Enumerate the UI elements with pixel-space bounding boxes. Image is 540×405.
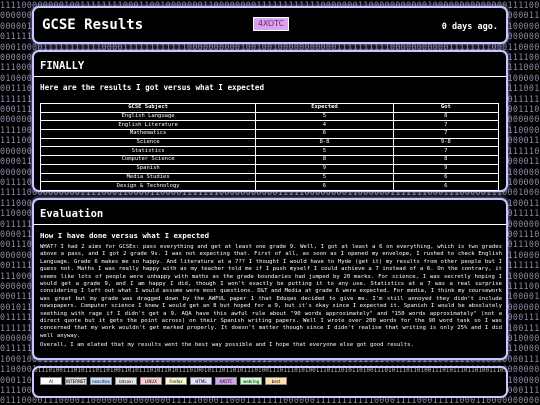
cell-got: 7 — [392, 146, 500, 157]
table-row: Computer Science 8 8 — [39, 155, 500, 165]
column-header-got: Got — [392, 103, 500, 113]
evaluation-subheading: How I have done versus what I expected — [40, 231, 210, 240]
badge-buttons: AIINTERNET ARCHIVEneocitiesbitcoinLINUXF… — [40, 377, 287, 385]
evaluation-body: WHAT? I had 2 aims for GCSEs: pass every… — [40, 244, 502, 339]
footer-badge-button[interactable]: neocities — [90, 377, 112, 385]
cell-expected: 6 — [255, 129, 394, 139]
column-header-expected: Expected — [255, 103, 394, 113]
table-row: English Language 5 8 — [39, 111, 500, 122]
updated-timestamp: 0 days ago. — [441, 22, 498, 32]
cell-expected: 9 — [255, 163, 394, 174]
table-row: Media Studies 5 6 — [39, 172, 500, 183]
footer-badge-button[interactable]: bitcoin — [115, 377, 137, 385]
column-header-subject: GCSE Subject — [39, 103, 257, 113]
evaluation-heading: Evaluation — [40, 208, 104, 220]
table-row: English Literature 4 7 — [39, 120, 500, 131]
cell-subject: English Language — [39, 111, 257, 122]
table-row: Science 8-8 9-8 — [39, 137, 500, 148]
page-title: GCSE Results — [42, 17, 144, 33]
results-subheading: Here are the results I got versus what I… — [40, 83, 265, 92]
results-panel: FINALLY Here are the results I got versu… — [32, 50, 508, 192]
cell-got: 6 — [392, 181, 500, 191]
divider — [34, 76, 506, 77]
cell-expected: 5 — [255, 111, 394, 122]
cell-expected: 6 — [255, 181, 394, 191]
cell-got: 7 — [392, 129, 500, 139]
footer-badge-button[interactable]: INTERNET ARCHIVE — [65, 377, 87, 385]
grades-table: GCSE Subject Expected Got English Langua… — [39, 103, 500, 191]
cell-subject: Design & Technology — [39, 181, 257, 191]
footer-badge-button[interactable]: 4XOTC — [215, 377, 237, 385]
cell-subject: Mathematics — [39, 129, 257, 139]
cell-subject: Media Studies — [39, 172, 257, 183]
footer-badge-button[interactable]: webring — [240, 377, 262, 385]
cell-subject: Statistics — [39, 146, 257, 157]
cell-expected: 8-8 — [255, 137, 394, 148]
site-badge[interactable]: 4XOTC — [253, 17, 289, 31]
header-panel: GCSE Results 4XOTC 0 days ago. — [32, 6, 508, 44]
table-row: Mathematics 6 7 — [39, 129, 500, 139]
table-header-row: GCSE Subject Expected Got — [39, 103, 500, 113]
footer-badge-button[interactable]: best viewed — [265, 377, 287, 385]
divider — [34, 224, 506, 225]
cell-got: 9-8 — [392, 137, 500, 148]
cell-got: 9 — [392, 163, 500, 174]
footer-badge-button[interactable]: Firefox — [165, 377, 187, 385]
footer-badge-button[interactable]: LINUX — [140, 377, 162, 385]
footer-binary-strip: 0111010011101011101101001101011101011010… — [34, 368, 506, 374]
cell-expected: 8 — [255, 155, 394, 165]
cell-subject: Spanish — [39, 163, 257, 174]
evaluation-panel: Evaluation How I have done versus what I… — [32, 198, 508, 360]
cell-subject: Science — [39, 137, 257, 148]
cell-got: 8 — [392, 155, 500, 165]
cell-expected: 4 — [255, 120, 394, 131]
footer-badge-button[interactable]: AI — [40, 377, 62, 385]
footer-badge-button[interactable]: HTML — [190, 377, 212, 385]
cell-got: 6 — [392, 172, 500, 183]
cell-expected: 5 — [255, 146, 394, 157]
cell-subject: English Literature — [39, 120, 257, 131]
table-row: Spanish 9 9 — [39, 163, 500, 174]
cell-got: 8 — [392, 111, 500, 122]
table-row: Design & Technology 6 6 — [39, 181, 500, 191]
table-row: Statistics 5 7 — [39, 146, 500, 157]
footer-panel: 0111010011101011101101001101011101011010… — [32, 366, 508, 398]
cell-got: 7 — [392, 120, 500, 131]
evaluation-closing: Overall, I am elated that my results wen… — [40, 342, 414, 348]
cell-subject: Computer Science — [39, 155, 257, 165]
cell-expected: 5 — [255, 172, 394, 183]
results-heading: FINALLY — [40, 60, 85, 72]
